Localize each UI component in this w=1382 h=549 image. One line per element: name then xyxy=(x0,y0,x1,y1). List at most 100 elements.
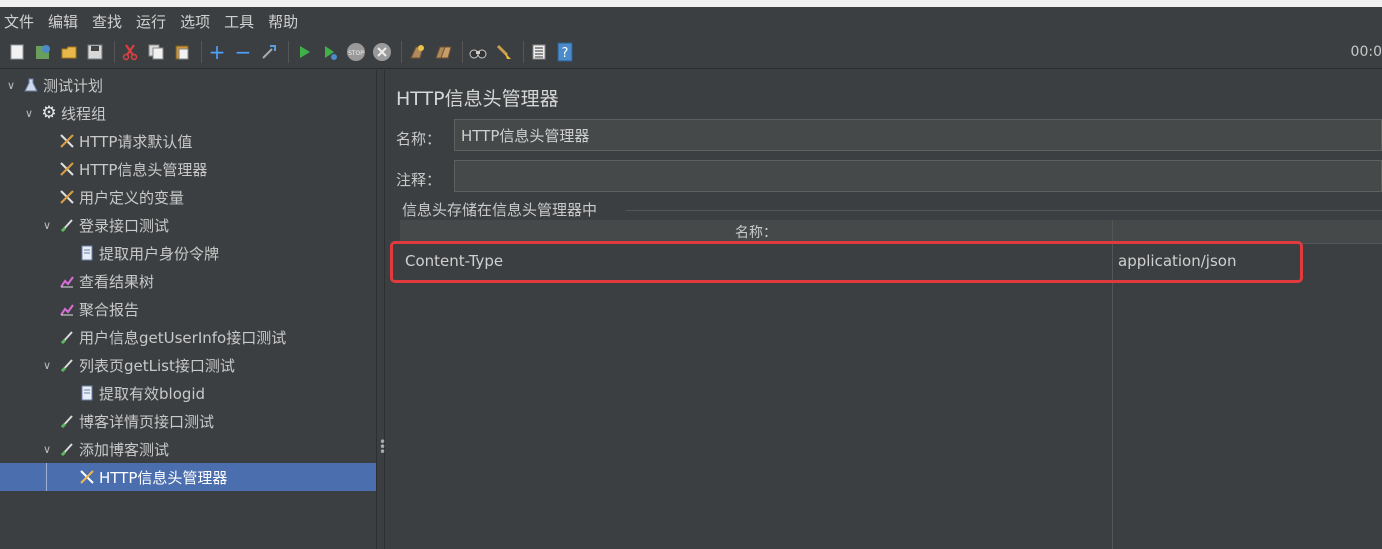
gear-icon: ⚙ xyxy=(41,103,57,123)
menu-run[interactable]: 运行 xyxy=(136,11,166,32)
toolbar-separator xyxy=(523,40,524,63)
chart-icon xyxy=(58,272,76,290)
tree-node-results-tree[interactable]: 查看结果树 xyxy=(58,267,154,295)
clear-all-icon[interactable] xyxy=(432,41,454,63)
header-manager-panel: HTTP信息头管理器 名称： 注释： 信息头存储在信息头管理器中 名称： Con… xyxy=(386,70,1382,549)
pipette-icon xyxy=(58,440,76,458)
toolbar-separator xyxy=(401,40,402,63)
tree-guide-line xyxy=(46,463,47,491)
wrench-icon xyxy=(58,160,76,178)
chevron-down-icon[interactable]: ∨ xyxy=(40,219,54,232)
expand-icon[interactable]: + xyxy=(206,41,228,63)
menu-tools[interactable]: 工具 xyxy=(224,11,254,32)
toolbar-separator xyxy=(462,40,463,63)
reset-search-icon[interactable] xyxy=(493,41,515,63)
group-border xyxy=(626,210,1382,211)
name-field[interactable] xyxy=(454,119,1382,151)
paste-icon[interactable] xyxy=(171,41,193,63)
tree-node-header-manager[interactable]: HTTP信息头管理器 xyxy=(58,155,207,183)
menu-search[interactable]: 查找 xyxy=(92,11,122,32)
name-label: 名称： xyxy=(396,130,442,148)
elapsed-timer: 00:0 xyxy=(1350,44,1382,60)
test-plan-tree: ∨ 测试计划 ∨ ⚙ 线程组 HTTP请求默认值 HTTP信息头管理器 用户定义… xyxy=(0,70,376,549)
new-icon[interactable] xyxy=(6,41,28,63)
menu-bar: 文件 编辑 查找 运行 选项 工具 帮助 xyxy=(0,7,1382,35)
chart-icon xyxy=(58,300,76,318)
tree-node-label: 线程组 xyxy=(61,104,107,123)
tree-node-label: 添加博客测试 xyxy=(79,440,170,459)
menu-edit[interactable]: 编辑 xyxy=(48,11,78,32)
open-icon[interactable] xyxy=(58,41,80,63)
menu-options[interactable]: 选项 xyxy=(180,11,210,32)
pipette-icon xyxy=(58,328,76,346)
help-icon[interactable]: ? xyxy=(554,41,576,63)
tree-node-user-variables[interactable]: 用户定义的变量 xyxy=(58,183,184,211)
comment-label: 注释： xyxy=(396,171,442,189)
cut-icon[interactable] xyxy=(119,41,141,63)
templates-icon[interactable] xyxy=(32,41,54,63)
tree-node-aggregate-report[interactable]: 聚合报告 xyxy=(58,295,139,323)
red-highlight-annotation xyxy=(390,241,1303,283)
tree-node-label: 提取有效blogid xyxy=(99,384,206,403)
tree-node-get-list[interactable]: ∨ 列表页getList接口测试 xyxy=(40,351,235,379)
toggle-icon[interactable] xyxy=(258,41,280,63)
tree-node-label: 提取用户身份令牌 xyxy=(99,244,220,263)
menu-help[interactable]: 帮助 xyxy=(268,11,298,32)
toolbar: + − STOP ? 00:0 xyxy=(0,35,1382,69)
start-no-pauses-icon[interactable] xyxy=(319,41,341,63)
tree-node-label: 博客详情页接口测试 xyxy=(79,412,215,431)
tree-node-label: 查看结果树 xyxy=(79,272,155,291)
stop-icon[interactable]: STOP xyxy=(345,41,367,63)
headers-group-title: 信息头存储在信息头管理器中 xyxy=(402,201,598,219)
toolbar-separator xyxy=(201,40,202,63)
function-helper-icon[interactable] xyxy=(528,41,550,63)
tree-node-get-user-info[interactable]: 用户信息getUserInfo接口测试 xyxy=(58,323,286,351)
tree-node-thread-group[interactable]: ∨ ⚙ 线程组 xyxy=(22,99,106,127)
document-icon xyxy=(78,244,96,262)
tree-node-label: HTTP信息头管理器 xyxy=(79,160,208,179)
tree-node-add-blog[interactable]: ∨ 添加博客测试 xyxy=(40,435,169,463)
shutdown-icon[interactable] xyxy=(371,41,393,63)
tree-node-selected-header-manager[interactable]: HTTP信息头管理器 xyxy=(0,463,376,491)
collapse-icon[interactable]: − xyxy=(232,41,254,63)
chevron-down-icon[interactable]: ∨ xyxy=(22,107,36,120)
window-top-strip xyxy=(0,0,1382,7)
tree-node-label: 用户信息getUserInfo接口测试 xyxy=(79,328,287,347)
start-icon[interactable] xyxy=(293,41,315,63)
tree-node-label: 登录接口测试 xyxy=(79,216,170,235)
toolbar-separator xyxy=(288,40,289,63)
wrench-icon xyxy=(78,468,96,486)
tree-node-http-defaults[interactable]: HTTP请求默认值 xyxy=(58,127,192,155)
tree-node-label: 测试计划 xyxy=(43,76,104,95)
tree-node-test-plan[interactable]: ∨ 测试计划 xyxy=(4,71,103,99)
tree-node-label: HTTP请求默认值 xyxy=(79,132,193,151)
svg-text:?: ? xyxy=(562,46,569,61)
tree-node-extract-token[interactable]: 提取用户身份令牌 xyxy=(78,239,219,267)
save-icon[interactable] xyxy=(84,41,106,63)
search-icon[interactable] xyxy=(467,41,489,63)
tree-node-extract-blogid[interactable]: 提取有效blogid xyxy=(78,379,205,407)
toolbar-separator xyxy=(114,40,115,63)
chevron-down-icon[interactable]: ∨ xyxy=(40,443,54,456)
flask-icon xyxy=(22,76,40,94)
tree-node-label: 用户定义的变量 xyxy=(79,188,185,207)
panel-title: HTTP信息头管理器 xyxy=(396,88,559,110)
comment-field[interactable] xyxy=(454,160,1382,192)
wrench-icon xyxy=(58,188,76,206)
copy-icon[interactable] xyxy=(145,41,167,63)
wrench-icon xyxy=(58,132,76,150)
chevron-down-icon[interactable]: ∨ xyxy=(40,359,54,372)
pipette-icon xyxy=(58,356,76,374)
split-pane-divider[interactable]: • • • xyxy=(376,70,386,549)
tree-node-label: 聚合报告 xyxy=(79,300,140,319)
chevron-down-icon[interactable]: ∨ xyxy=(4,79,18,92)
tree-node-blog-detail[interactable]: 博客详情页接口测试 xyxy=(58,407,214,435)
tree-node-label: 列表页getList接口测试 xyxy=(79,356,235,375)
pipette-icon xyxy=(58,412,76,430)
tree-node-login-test[interactable]: ∨ 登录接口测试 xyxy=(40,211,169,239)
pipette-icon xyxy=(58,216,76,234)
svg-text:STOP: STOP xyxy=(348,50,364,57)
document-icon xyxy=(78,384,96,402)
clear-icon[interactable] xyxy=(406,41,428,63)
menu-file[interactable]: 文件 xyxy=(4,11,34,32)
